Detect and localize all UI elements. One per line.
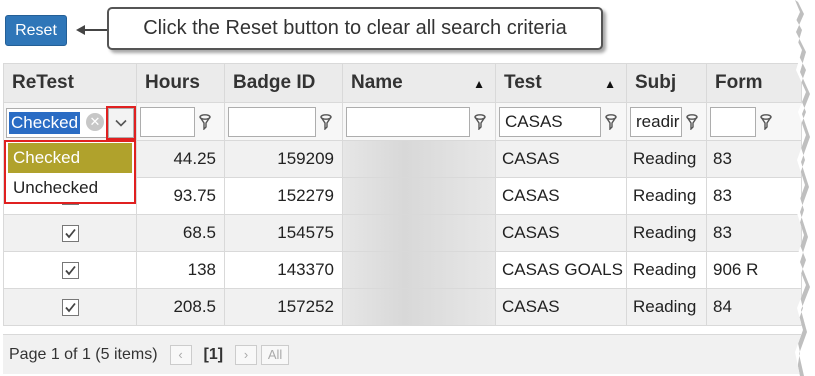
retest-filter-value: Checked — [9, 112, 81, 134]
form-cell: 906 R — [706, 251, 802, 289]
hours-cell: 138 — [136, 251, 225, 289]
badge-id-filter-input[interactable] — [228, 106, 316, 137]
reset-button[interactable]: Reset — [5, 15, 67, 46]
form-filter-cell — [706, 102, 802, 141]
subj-cell: Reading — [626, 214, 707, 252]
hours-cell: 68.5 — [136, 214, 225, 252]
column-header-retest[interactable]: ReTest — [3, 63, 137, 103]
column-header-name[interactable]: Name ▲ — [342, 63, 496, 103]
subj-filter-cell: readir — [626, 102, 707, 141]
sort-ascending-icon: ▲ — [604, 77, 616, 91]
form-filter-input[interactable] — [710, 106, 756, 137]
badge-id-cell: 154575 — [224, 214, 343, 252]
filter-funnel-icon[interactable] — [470, 107, 490, 137]
dropdown-option-checked[interactable]: Checked — [8, 143, 132, 173]
subj-cell: Reading — [626, 177, 707, 215]
test-filter-input[interactable]: CASAS — [499, 106, 601, 137]
name-filter-input[interactable] — [346, 106, 470, 137]
badge-id-cell: 159209 — [224, 140, 343, 178]
hours-filter-cell — [136, 102, 225, 141]
retest-checkbox[interactable] — [61, 262, 79, 280]
column-header-form[interactable]: Form — [706, 63, 802, 103]
filter-funnel-icon[interactable] — [316, 107, 336, 137]
hours-filter-input[interactable] — [140, 106, 195, 137]
page: Reset Click the Reset button to clear al… — [0, 0, 806, 376]
sort-ascending-icon: ▲ — [473, 77, 485, 91]
test-cell: CASAS — [495, 288, 627, 326]
pager: Page 1 of 1 (5 items) ‹ [1] › All — [3, 334, 801, 374]
table-row[interactable]: 138 143370 CASAS GOALS Reading 906 R — [3, 251, 802, 289]
name-cell-redacted — [342, 214, 496, 252]
test-cell: CASAS — [495, 214, 627, 252]
subj-cell: Reading — [626, 251, 707, 289]
current-page-indicator: [1] — [203, 345, 224, 363]
prev-page-button[interactable]: ‹ — [169, 344, 192, 365]
badge-id-cell: 157252 — [224, 288, 343, 326]
column-header-test[interactable]: Test ▲ — [495, 63, 627, 103]
retest-cell — [3, 288, 137, 326]
hours-cell: 208.5 — [136, 288, 225, 326]
subj-filter-input[interactable]: readir — [630, 106, 682, 137]
retest-cell — [3, 214, 137, 252]
badge-filter-cell — [224, 102, 343, 141]
form-cell: 83 — [706, 177, 802, 215]
clear-filter-icon[interactable]: ✕ — [86, 113, 104, 131]
chevron-left-icon: ‹ — [178, 347, 183, 362]
annotation-highlight-box — [106, 106, 136, 140]
test-cell: CASAS — [495, 177, 627, 215]
badge-id-cell: 152279 — [224, 177, 343, 215]
table-row[interactable]: 68.5 154575 CASAS Reading 83 — [3, 214, 802, 252]
form-cell: 84 — [706, 288, 802, 326]
test-filter-cell: CASAS — [495, 102, 627, 141]
form-cell: 83 — [706, 214, 802, 252]
dropdown-option-unchecked[interactable]: Unchecked — [8, 173, 132, 203]
chevron-right-icon: › — [243, 347, 249, 362]
filter-funnel-icon[interactable] — [195, 107, 215, 137]
name-filter-cell — [342, 102, 496, 141]
name-cell-redacted — [342, 251, 496, 289]
column-header-badge-id[interactable]: Badge ID — [224, 63, 343, 103]
form-cell: 83 — [706, 140, 802, 178]
retest-dropdown-list: Checked Unchecked — [4, 140, 136, 204]
filter-funnel-icon[interactable] — [682, 107, 702, 137]
subj-cell: Reading — [626, 288, 707, 326]
name-cell-redacted — [342, 140, 496, 178]
hours-cell: 93.75 — [136, 177, 225, 215]
test-cell: CASAS — [495, 140, 627, 178]
instruction-callout: Click the Reset button to clear all sear… — [107, 7, 603, 50]
retest-cell — [3, 251, 137, 289]
show-all-button[interactable]: All — [261, 344, 290, 365]
retest-checkbox[interactable] — [61, 225, 79, 243]
name-cell-redacted — [342, 177, 496, 215]
column-header-subj[interactable]: Subj — [626, 63, 707, 103]
callout-arrow-icon — [76, 25, 108, 35]
filter-funnel-icon[interactable] — [756, 107, 776, 137]
filter-funnel-icon[interactable] — [601, 107, 621, 137]
name-cell-redacted — [342, 288, 496, 326]
retest-checkbox[interactable] — [61, 299, 79, 317]
pager-summary: Page 1 of 1 (5 items) — [9, 345, 158, 363]
table-row[interactable]: 208.5 157252 CASAS Reading 84 — [3, 288, 802, 326]
next-page-button[interactable]: › — [235, 344, 258, 365]
hours-cell: 44.25 — [136, 140, 225, 178]
badge-id-cell: 143370 — [224, 251, 343, 289]
subj-cell: Reading — [626, 140, 707, 178]
test-cell: CASAS GOALS — [495, 251, 627, 289]
column-header-hours[interactable]: Hours — [136, 63, 225, 103]
